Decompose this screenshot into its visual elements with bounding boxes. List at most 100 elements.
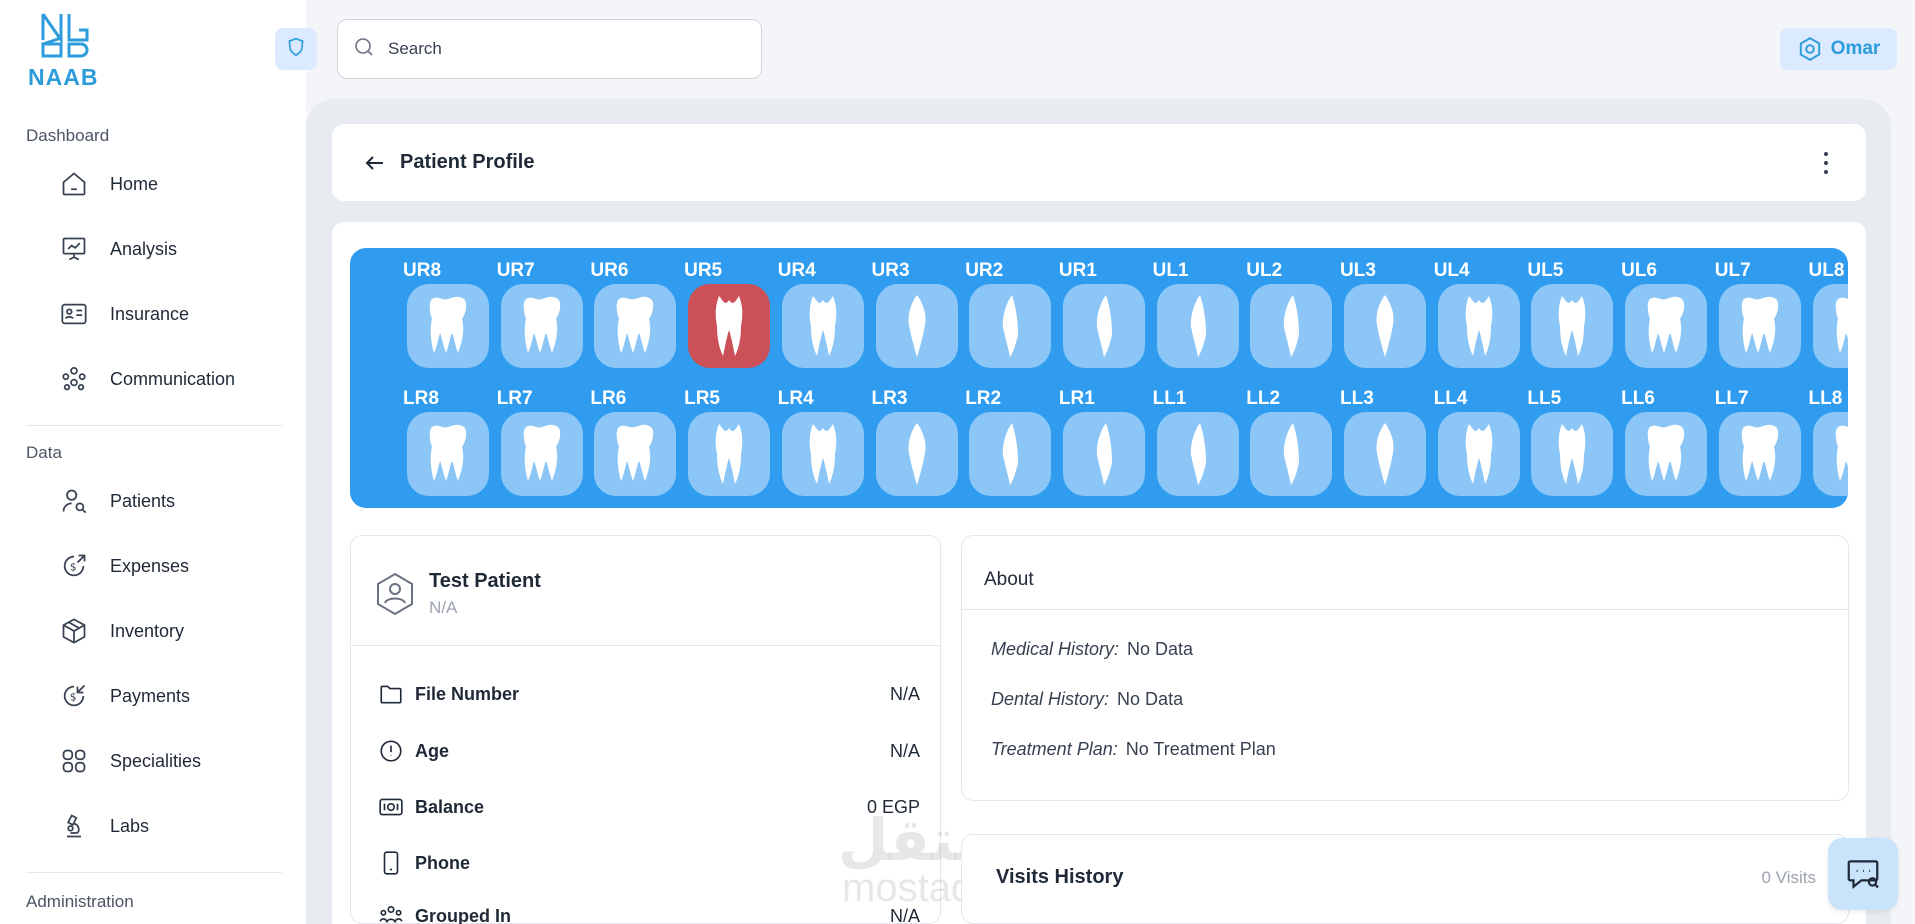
sidebar-item-label: Payments (110, 685, 191, 706)
tooth-icon (1250, 412, 1333, 496)
search-icon (352, 35, 376, 64)
tooth-icon (1062, 284, 1145, 368)
tooth-label: LR7 (496, 388, 533, 409)
tooth-label: LR5 (684, 388, 720, 409)
patient-field-grouped-in: Grouped In N/A (377, 899, 920, 924)
tooth-icon (1812, 284, 1848, 368)
tooth-icon (781, 412, 864, 496)
tooth-icon (1156, 284, 1239, 368)
tooth-icon (1812, 412, 1848, 496)
tooth-label: UL4 (1433, 260, 1470, 281)
patient-header: Test Patient N/A (351, 536, 940, 646)
sidebar-item-specialities[interactable]: Specialities (58, 739, 288, 783)
tooth-icon (1062, 412, 1145, 496)
sidebar-item-label: Home (110, 173, 159, 194)
sidebar-item-analysis[interactable]: Analysis (58, 227, 288, 271)
money-out-icon: $ (58, 550, 90, 582)
field-label: Phone (415, 852, 471, 873)
kebab-dot (1824, 169, 1828, 174)
tooth-icon (594, 412, 677, 496)
id-card-icon (58, 298, 90, 330)
about-card: About Medical History: No Data Dental His… (961, 535, 1849, 801)
sidebar-item-label: Specialities (110, 750, 202, 771)
more-options-button[interactable] (1814, 150, 1838, 176)
tooth-label: LL1 (1152, 388, 1187, 409)
svg-text:$: $ (70, 692, 77, 704)
sidebar-item-payments[interactable]: $ Payments (58, 674, 288, 718)
sidebar-item-patients[interactable]: Patients (58, 479, 288, 523)
patient-name: Test Patient (429, 570, 541, 592)
about-value: No Data (1117, 689, 1184, 709)
chat-search-icon (1847, 860, 1879, 889)
phone-icon (377, 849, 405, 877)
about-label: Medical History: (991, 639, 1120, 659)
tooth-icon (1718, 412, 1801, 496)
tooth-label: UR2 (965, 260, 1004, 281)
page-title: Patient Profile (400, 151, 535, 173)
patient-field-age: Age N/A (377, 734, 920, 768)
patient-field-file-number: File Number N/A (377, 677, 920, 711)
section-title-data: Data (26, 443, 62, 462)
user-avatar-icon (377, 572, 413, 616)
field-label: Age (415, 740, 450, 761)
back-button[interactable] (360, 148, 390, 178)
tooth-icon (594, 284, 677, 368)
tooth-icon (969, 412, 1052, 496)
tooth-label: LR6 (590, 388, 627, 409)
field-label: Balance (415, 796, 485, 817)
microscope-icon (58, 810, 90, 842)
tooth-label: LL7 (1714, 388, 1749, 409)
sidebar-item-inventory[interactable]: Inventory (58, 609, 288, 653)
about-label: Treatment Plan: (991, 739, 1118, 759)
alert-circle-icon (377, 737, 405, 765)
about-divider (962, 609, 1848, 610)
folder-icon (377, 680, 405, 708)
tooth-label: UL2 (1246, 260, 1283, 281)
tooth-label: UL6 (1621, 260, 1657, 281)
tooth-icon (500, 284, 583, 368)
sidebar-item-home[interactable]: Home (58, 162, 288, 206)
patient-subtitle: N/A (429, 598, 458, 617)
cash-icon (377, 793, 405, 821)
tooth-label: LL5 (1527, 388, 1562, 409)
about-row-medical-history: Medical History: No Data (991, 639, 1193, 660)
sidebar-item-labs[interactable]: Labs (58, 804, 288, 848)
sidebar-divider (26, 872, 282, 873)
sidebar-item-label: Expenses (110, 555, 190, 576)
tooth-icon (1344, 284, 1426, 368)
sidebar-item-label: Analysis (110, 238, 178, 259)
tooth-label: LL4 (1433, 388, 1468, 409)
visits-card[interactable]: Visits History 0 Visits (961, 834, 1849, 924)
tooth-label: LL8 (1808, 388, 1843, 409)
about-label: Dental History: (991, 689, 1110, 709)
tooth-icon (688, 284, 771, 368)
page-header: Patient Profile (332, 124, 1866, 201)
chat-support-button[interactable] (1828, 838, 1898, 910)
tooth-icon (1531, 284, 1614, 368)
tooth-label: UL3 (1340, 260, 1376, 281)
hexagon-settings-icon (1799, 37, 1820, 61)
kebab-dot (1824, 152, 1828, 157)
search-input[interactable] (388, 39, 748, 59)
about-value: No Data (1127, 639, 1194, 659)
tooth-label: UL1 (1152, 260, 1189, 281)
kebab-dot (1824, 160, 1828, 165)
about-value: No Treatment Plan (1125, 739, 1276, 759)
tooth-icon (688, 412, 771, 496)
user-menu-button[interactable]: Omar (1780, 28, 1897, 70)
tooth-icon (500, 412, 583, 496)
arrow-left-icon (365, 155, 383, 170)
shield-button[interactable] (275, 28, 317, 70)
visits-count: 0 Visits (1761, 868, 1817, 887)
sidebar-item-expenses[interactable]: $ Expenses (58, 544, 288, 588)
sidebar-item-insurance[interactable]: Insurance (58, 292, 288, 336)
tooth-label: LR4 (777, 388, 814, 409)
field-label: Grouped In (415, 905, 511, 924)
tooth-icon (407, 284, 489, 368)
field-value: N/A (889, 683, 920, 704)
tooth-label: UR8 (403, 260, 442, 281)
search-field[interactable] (337, 19, 762, 79)
tooth-label: UR5 (684, 260, 723, 281)
sidebar-item-label: Patients (110, 490, 176, 511)
sidebar-item-communication[interactable]: Communication (58, 357, 288, 401)
